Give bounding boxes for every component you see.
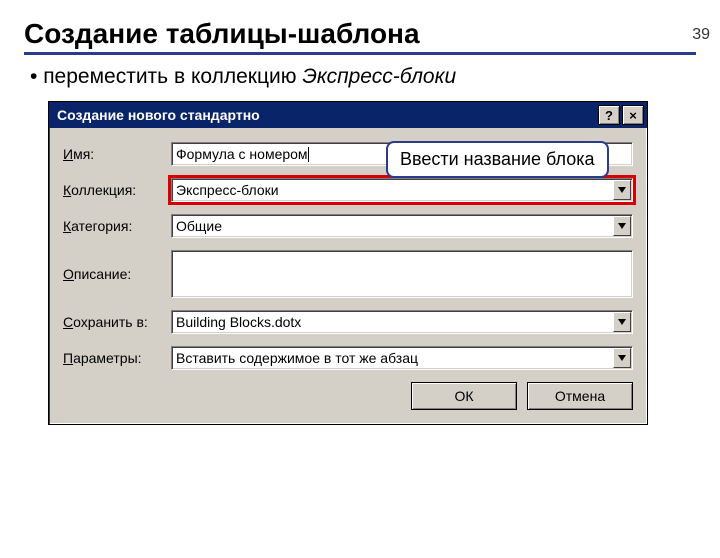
dialog-title: Создание нового стандартно <box>57 107 596 123</box>
category-value: Общие <box>176 218 222 234</box>
description-field[interactable] <box>171 250 633 298</box>
cancel-button[interactable]: Отмена <box>527 382 633 410</box>
row-category: Категория: Общие <box>63 214 633 238</box>
chevron-down-icon[interactable] <box>613 348 631 368</box>
savein-value: Building Blocks.dotx <box>176 314 301 330</box>
chevron-down-icon[interactable] <box>613 312 631 332</box>
label-description: Описание: <box>63 266 171 282</box>
params-dropdown[interactable]: Вставить содержимое в тот же абзац <box>171 346 633 370</box>
category-dropdown[interactable]: Общие <box>171 214 633 238</box>
text-caret <box>308 147 309 162</box>
row-collection: Коллекция: Экспресс-блоки <box>63 178 633 202</box>
row-savein: Сохранить в: Building Blocks.dotx <box>63 310 633 334</box>
collection-dropdown[interactable]: Экспресс-блоки <box>171 178 633 202</box>
help-button[interactable]: ? <box>598 105 620 125</box>
savein-dropdown[interactable]: Building Blocks.dotx <box>171 310 633 334</box>
callout: Ввести название блока <box>386 141 609 178</box>
label-params: Параметры: <box>63 350 171 366</box>
slide-number: 39 <box>692 26 710 44</box>
chevron-down-icon[interactable] <box>613 180 631 200</box>
ok-button[interactable]: ОК <box>411 382 517 410</box>
params-value: Вставить содержимое в тот же абзац <box>176 350 418 366</box>
bullet-text: • переместить в коллекцию Экспресс-блоки <box>30 65 720 89</box>
slide-title: Создание таблицы-шаблона <box>24 18 720 50</box>
label-name: Имя: <box>63 146 171 162</box>
bullet-plain: переместить в коллекцию <box>43 65 302 88</box>
row-description: Описание: <box>63 250 633 298</box>
chevron-down-icon[interactable] <box>613 216 631 236</box>
dialog-titlebar: Создание нового стандартно ? × <box>49 102 647 128</box>
bullet-italic: Экспресс-блоки <box>302 65 456 88</box>
title-divider <box>24 52 696 55</box>
label-savein: Сохранить в: <box>63 314 171 330</box>
name-value: Формула с номером <box>176 146 308 162</box>
label-collection: Коллекция: <box>63 182 171 198</box>
button-row: ОК Отмена <box>63 382 633 410</box>
close-button[interactable]: × <box>622 105 644 125</box>
row-params: Параметры: Вставить содержимое в тот же … <box>63 346 633 370</box>
label-category: Категория: <box>63 218 171 234</box>
collection-value: Экспресс-блоки <box>176 182 279 198</box>
